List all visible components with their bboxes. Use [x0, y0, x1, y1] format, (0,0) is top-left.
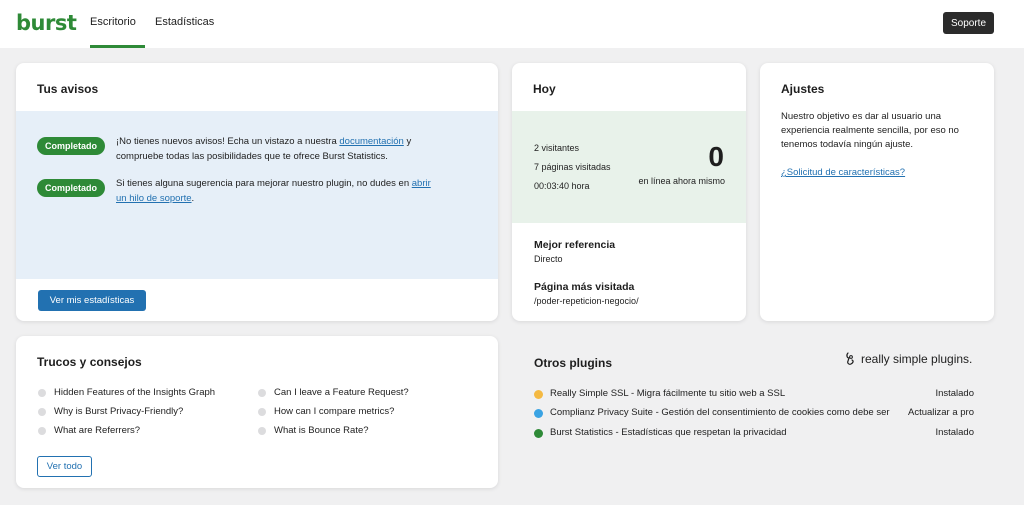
view-stats-button[interactable]: Ver mis estadísticas	[38, 290, 146, 311]
today-title: Hoy	[533, 82, 556, 96]
burst-logo[interactable]: burst	[16, 11, 77, 35]
plugin-status: Instalado	[935, 388, 974, 399]
tip-label: What is Bounce Rate?	[274, 425, 369, 436]
tip-label: Can I leave a Feature Request?	[274, 387, 409, 398]
really-simple-plugins-logo: really simple plugins.	[845, 352, 972, 366]
notice-text-part: ¡No tienes nuevos avisos! Echa un vistaz…	[116, 136, 340, 147]
tip-item[interactable]: How can I compare metrics?	[258, 406, 394, 417]
bullet-icon	[258, 426, 266, 435]
notices-area: Completado ¡No tienes nuevos avisos! Ech…	[16, 111, 498, 279]
top-page-value: /poder-repeticion-negocio/	[534, 296, 639, 306]
today-stats-area: 2 visitantes 7 páginas visitadas 00:03:4…	[512, 111, 746, 223]
top-page-label: Página más visitada	[534, 281, 635, 293]
bullet-icon	[38, 388, 46, 397]
support-button[interactable]: Soporte	[943, 12, 994, 34]
tip-label: What are Referrers?	[54, 425, 141, 436]
tip-item[interactable]: What is Bounce Rate?	[258, 425, 369, 436]
live-visitor-label: en línea ahora mismo	[638, 176, 725, 186]
settings-description: Nuestro objetivo es dar al usuario una e…	[781, 111, 959, 150]
settings-title: Ajustes	[781, 82, 825, 96]
tips-card: Trucos y consejos Hidden Features of the…	[16, 336, 498, 488]
documentation-link[interactable]: documentación	[339, 136, 403, 147]
plugin-status-upgrade[interactable]: Actualizar a pro	[908, 407, 974, 418]
notice-item: Completado Si tienes alguna sugerencia p…	[37, 176, 436, 206]
notice-text: Si tienes alguna sugerencia para mejorar…	[116, 176, 436, 206]
rsp-brand-icon	[846, 352, 854, 365]
notice-text: ¡No tienes nuevos avisos! Echa un vistaz…	[116, 134, 436, 164]
top-bar: burst Escritorio Estadísticas Soporte	[0, 0, 1024, 48]
tip-item[interactable]: Why is Burst Privacy-Friendly?	[38, 406, 183, 417]
visitors-stat: 2 visitantes	[534, 143, 580, 153]
bullet-icon	[258, 388, 266, 397]
feature-request-link[interactable]: ¿Solicitud de características?	[781, 167, 905, 178]
notice-text-part: Si tienes alguna sugerencia para mejorar…	[116, 178, 412, 189]
today-card: Hoy 2 visitantes 7 páginas visitadas 00:…	[512, 63, 746, 321]
plugin-row: Complianz Privacy Suite - Gestión del co…	[534, 406, 974, 420]
plugin-status: Instalado	[935, 427, 974, 438]
plugin-name[interactable]: Complianz Privacy Suite - Gestión del co…	[550, 407, 900, 418]
settings-card: Ajustes Nuestro objetivo es dar al usuar…	[760, 63, 994, 321]
plugin-row: Burst Statistics - Estadísticas que resp…	[534, 426, 974, 440]
tip-item[interactable]: What are Referrers?	[38, 425, 140, 436]
tip-item[interactable]: Hidden Features of the Insights Graph	[38, 387, 215, 398]
bullet-icon	[258, 407, 266, 416]
time-stat: 00:03:40 hora	[534, 181, 590, 191]
notice-item: Completado ¡No tienes nuevos avisos! Ech…	[37, 134, 436, 164]
pages-visited-stat: 7 páginas visitadas	[534, 162, 611, 172]
status-badge: Completado	[37, 179, 105, 197]
notice-text-part: .	[191, 193, 195, 204]
bullet-icon	[38, 426, 46, 435]
brand-label: really simple plugins.	[861, 352, 973, 366]
top-referrer-value: Directo	[534, 254, 563, 264]
tips-title: Trucos y consejos	[37, 355, 142, 369]
bullet-icon	[38, 407, 46, 416]
notices-title: Tus avisos	[37, 82, 99, 96]
status-dot-icon	[534, 390, 543, 399]
plugin-name[interactable]: Burst Statistics - Estadísticas que resp…	[550, 427, 900, 438]
tip-label: Hidden Features of the Insights Graph	[54, 387, 216, 398]
top-referrer-label: Mejor referencia	[534, 239, 616, 251]
other-plugins-title: Otros plugins	[534, 356, 612, 370]
tip-label: How can I compare metrics?	[274, 406, 395, 417]
plugin-name[interactable]: Really Simple SSL - Migra fácilmente tu …	[550, 388, 900, 399]
tab-estadisticas[interactable]: Estadísticas	[155, 16, 214, 48]
tip-label: Why is Burst Privacy-Friendly?	[54, 406, 184, 417]
tip-item[interactable]: Can I leave a Feature Request?	[258, 387, 409, 398]
plugin-row: Really Simple SSL - Migra fácilmente tu …	[534, 387, 974, 401]
live-visitor-count: 0	[708, 141, 724, 172]
notices-card: Tus avisos Completado ¡No tienes nuevos …	[16, 63, 498, 321]
view-all-button[interactable]: Ver todo	[37, 456, 92, 477]
status-dot-icon	[534, 409, 543, 418]
status-dot-icon	[534, 429, 543, 438]
tab-escritorio[interactable]: Escritorio	[90, 16, 145, 48]
status-badge: Completado	[37, 137, 105, 155]
